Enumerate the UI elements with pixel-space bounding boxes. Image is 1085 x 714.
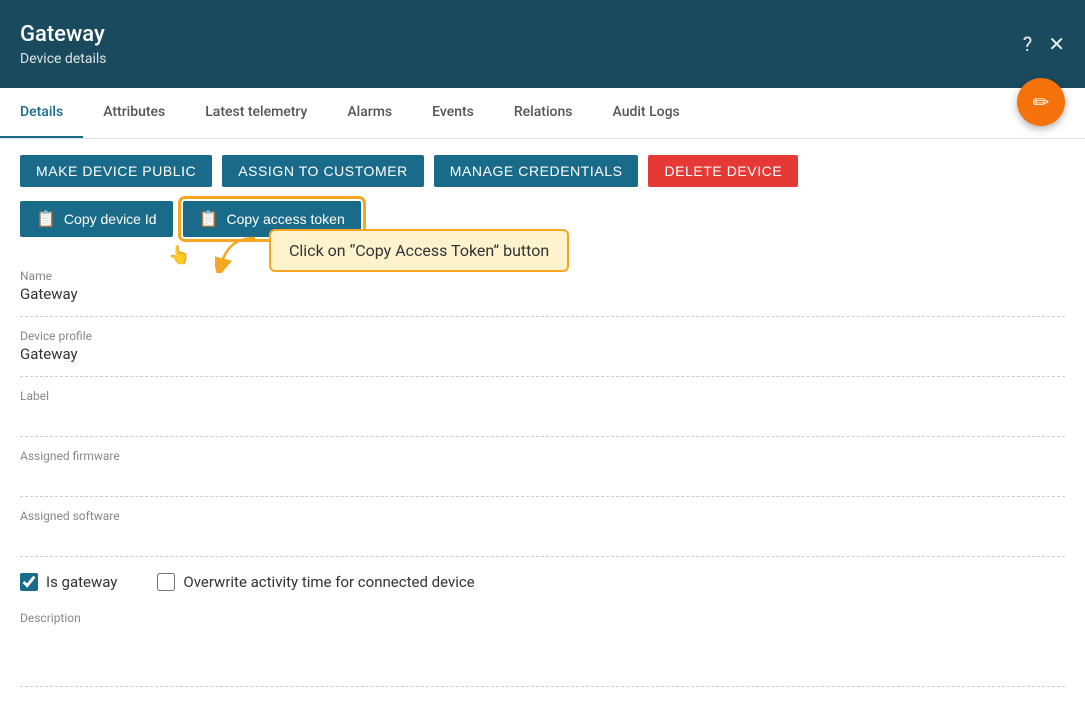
tab-attributes[interactable]: Attributes xyxy=(83,88,185,138)
label-label: Label xyxy=(20,377,1065,403)
device-profile-value: Gateway xyxy=(20,345,1065,377)
close-icon[interactable]: ✕ xyxy=(1048,32,1065,56)
copy-device-id-label: Copy device Id xyxy=(64,211,157,227)
tooltip-box: Click on “Copy Access Token” button xyxy=(269,229,569,272)
manage-credentials-button[interactable]: Manage credentials xyxy=(434,155,639,187)
description-value xyxy=(20,627,1065,687)
copy-device-id-icon: 📋 xyxy=(36,209,56,229)
assigned-firmware-label: Assigned firmware xyxy=(20,437,1065,463)
tab-events[interactable]: Events xyxy=(412,88,494,138)
page-subtitle: Device details xyxy=(20,51,106,67)
page-title: Gateway xyxy=(20,22,106,47)
header-right: ? ✕ xyxy=(1023,32,1065,56)
tabs-bar: Details Attributes Latest telemetry Alar… xyxy=(0,88,1085,139)
assign-to-customer-button[interactable]: Assign to customer xyxy=(222,155,424,187)
copy-access-token-label: Copy access token xyxy=(226,211,344,227)
overwrite-activity-checkbox-item[interactable]: Overwrite activity time for connected de… xyxy=(157,573,474,591)
tooltip-text: Click on “Copy Access Token” button xyxy=(289,241,549,260)
is-gateway-checkbox-item[interactable]: Is gateway xyxy=(20,573,117,591)
description-label: Description xyxy=(20,599,1065,625)
description-field-group: Description xyxy=(20,599,1065,687)
copy-device-id-button[interactable]: 📋 Copy device Id xyxy=(20,201,173,237)
label-field-group: Label xyxy=(20,377,1065,437)
make-device-public-button[interactable]: Make device public xyxy=(20,155,212,187)
tab-alarms[interactable]: Alarms xyxy=(327,88,412,138)
tab-details[interactable]: Details xyxy=(0,88,83,138)
label-value xyxy=(20,405,1065,437)
tab-relations[interactable]: Relations xyxy=(494,88,593,138)
assigned-software-field-group: Assigned software xyxy=(20,497,1065,557)
edit-fab-button[interactable]: ✏ xyxy=(1017,78,1065,126)
overwrite-activity-checkbox[interactable] xyxy=(157,573,175,591)
overwrite-activity-label: Overwrite activity time for connected de… xyxy=(183,573,474,591)
tab-audit-logs[interactable]: Audit Logs xyxy=(592,88,699,138)
device-profile-field-group: Device profile Gateway xyxy=(20,317,1065,377)
is-gateway-label: Is gateway xyxy=(46,573,117,591)
assigned-software-label: Assigned software xyxy=(20,497,1065,523)
checkboxes-row: Is gateway Overwrite activity time for c… xyxy=(20,557,1065,599)
assigned-software-value xyxy=(20,525,1065,557)
help-icon[interactable]: ? xyxy=(1023,32,1032,56)
tab-latest-telemetry[interactable]: Latest telemetry xyxy=(185,88,327,138)
delete-device-button[interactable]: Delete device xyxy=(648,155,798,187)
content-area: Make device public Assign to customer Ma… xyxy=(0,139,1085,714)
copy-buttons-row: 📋 Copy device Id 📋 Copy access token Cli… xyxy=(20,201,1065,237)
action-buttons-row: Make device public Assign to customer Ma… xyxy=(20,155,1065,187)
assigned-firmware-value xyxy=(20,465,1065,497)
is-gateway-checkbox[interactable] xyxy=(20,573,38,591)
copy-access-token-icon: 📋 xyxy=(199,209,219,229)
name-value: Gateway xyxy=(20,285,1065,317)
header-left: Gateway Device details xyxy=(20,22,106,67)
annotation: Click on “Copy Access Token” button xyxy=(215,229,569,273)
device-profile-label: Device profile xyxy=(20,317,1065,343)
header: Gateway Device details ? ✕ xyxy=(0,0,1085,88)
arrow-icon xyxy=(215,233,265,273)
assigned-firmware-field-group: Assigned firmware xyxy=(20,437,1065,497)
